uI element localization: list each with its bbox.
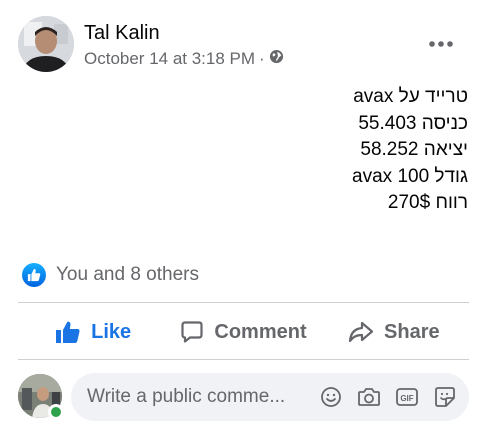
comment-button[interactable]: Comment xyxy=(168,304,318,360)
sticker-icon[interactable] xyxy=(433,385,457,409)
post-line: גודל 100 avax xyxy=(352,165,468,187)
svg-text:GIF: GIF xyxy=(400,394,413,403)
camera-icon[interactable] xyxy=(357,385,381,409)
post-line: רווח 270$ xyxy=(387,192,468,213)
like-reaction-icon xyxy=(22,263,46,287)
reactions-count-text[interactable]: You and 8 others xyxy=(56,264,199,286)
divider xyxy=(18,302,469,303)
post-line: טרייד על avax xyxy=(353,86,468,107)
post-meta: October 14 at 3:18 PM · xyxy=(84,49,284,69)
share-label: Share xyxy=(384,320,440,343)
like-button[interactable]: Like xyxy=(18,304,168,360)
more-options-button[interactable] xyxy=(424,30,458,58)
post-text: טרייד על avax כניסה 55.403 יציאה 58.252 … xyxy=(352,84,468,217)
globe-icon xyxy=(269,49,284,69)
comment-composer: GIF xyxy=(71,373,469,421)
post-timestamp[interactable]: October 14 at 3:18 PM xyxy=(84,49,255,69)
post-line: כניסה 55.403 xyxy=(358,112,468,134)
comment-label: Comment xyxy=(214,320,307,343)
current-user-avatar[interactable] xyxy=(18,374,64,420)
like-label: Like xyxy=(91,320,132,343)
emoji-icon[interactable] xyxy=(319,385,343,409)
share-button[interactable]: Share xyxy=(319,304,469,360)
divider xyxy=(18,359,469,360)
meta-separator: · xyxy=(259,49,265,68)
comment-icon xyxy=(181,321,203,343)
reactions-summary[interactable]: You and 8 others xyxy=(22,263,199,287)
online-status-indicator xyxy=(48,404,64,420)
share-icon xyxy=(348,321,374,343)
author-avatar[interactable] xyxy=(18,16,74,72)
thumbs-up-icon xyxy=(56,321,80,343)
comment-tools: GIF xyxy=(319,385,457,409)
more-horizontal-icon xyxy=(429,41,453,47)
author-name[interactable]: Tal Kalin xyxy=(84,22,160,45)
gif-icon[interactable]: GIF xyxy=(395,385,419,409)
post-actions: Like Comment Share xyxy=(18,304,469,360)
comment-input[interactable] xyxy=(87,373,312,421)
post-header: Tal Kalin October 14 at 3:18 PM · xyxy=(18,16,470,74)
post-line: יציאה 58.252 xyxy=(360,139,468,160)
